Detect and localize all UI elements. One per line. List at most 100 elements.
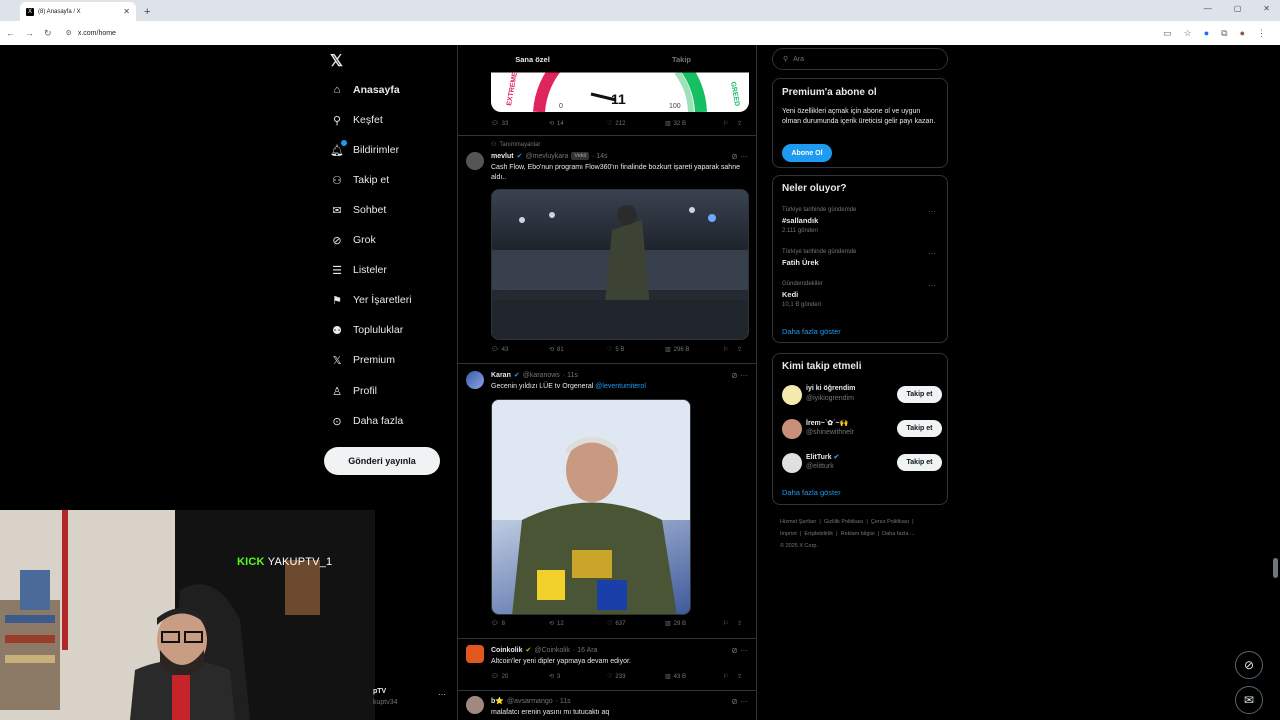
more-options-icon[interactable]: ⊘ ··· xyxy=(731,371,748,380)
tweet[interactable]: Coinkolik ✔ @Coinkolik · 16 Ara ⊘ ··· Al… xyxy=(458,639,756,689)
follow-button[interactable]: Takip et xyxy=(897,420,942,437)
bookmark-icon[interactable]: ⚐ xyxy=(723,120,737,127)
more-icon[interactable]: ··· xyxy=(928,249,936,258)
views-button[interactable]: ▥ 32 B xyxy=(665,120,723,128)
bookmark-icon[interactable]: ⚐ xyxy=(723,346,737,353)
show-more-link[interactable]: Daha fazla göster xyxy=(782,488,841,497)
follow-suggestion[interactable]: ElitTurk ✔ @elitturk Takip et xyxy=(782,451,942,475)
like-button[interactable]: ♡ 637 xyxy=(607,620,665,628)
reply-button[interactable]: 💬︎ 8 xyxy=(491,620,549,628)
star-icon[interactable]: ☆ xyxy=(1184,28,1192,39)
nav-profile[interactable]: ♙ Profil xyxy=(330,384,377,398)
views-button[interactable]: ▥ 29 B xyxy=(665,620,723,628)
nav-lists[interactable]: ☰ Listeler xyxy=(330,263,387,277)
tweet-time[interactable]: · 14s xyxy=(592,153,608,160)
trend-item[interactable]: Gündemdekiler Kedi 10,1 B gönderi ··· xyxy=(782,281,940,308)
nav-more[interactable]: ⊙ Daha fazla xyxy=(330,414,403,428)
repost-button[interactable]: ⟲ 12 xyxy=(549,620,607,628)
more-icon[interactable]: ··· xyxy=(928,207,936,216)
nav-notifications[interactable]: 🔔︎ Bildirimler xyxy=(330,140,399,157)
new-tab-icon[interactable]: + xyxy=(144,6,150,18)
more-options-icon[interactable]: ⊘ ··· xyxy=(731,646,748,655)
messages-icon[interactable]: ✉ xyxy=(1235,686,1263,714)
author-name[interactable]: mevlut xyxy=(491,153,514,160)
avatar[interactable] xyxy=(466,645,484,663)
like-button[interactable]: ♡ 212 xyxy=(607,120,665,128)
reload-icon[interactable]: ↻ xyxy=(44,28,52,39)
more-options-icon[interactable]: ⊘ ··· xyxy=(731,152,748,161)
mention-link[interactable]: @leventumiterol xyxy=(595,383,646,390)
repost-button[interactable]: ⟲ 14 xyxy=(549,120,607,128)
forward-icon[interactable]: → xyxy=(25,28,34,38)
tweet[interactable]: b⭐ @avsarmango · 11s ⊘ ··· malafatcı ere… xyxy=(458,691,756,720)
grok-icon[interactable]: ⊘ xyxy=(1235,651,1263,679)
close-tab-icon[interactable]: ✕ xyxy=(123,7,130,16)
avatar[interactable] xyxy=(782,385,802,405)
author-name[interactable]: Karan xyxy=(491,372,511,379)
site-info-icon[interactable]: ⚙ xyxy=(66,29,72,37)
url-field[interactable]: ⚙ x.com/home xyxy=(66,24,1154,42)
reply-button[interactable]: 💬︎ 43 xyxy=(491,346,549,354)
like-button[interactable]: ♡ 5 B xyxy=(607,346,665,354)
nav-messages[interactable]: ✉ Sohbet xyxy=(330,203,386,217)
author-name[interactable]: b⭐ xyxy=(491,697,504,705)
tweet-image[interactable] xyxy=(491,399,691,615)
account-more-icon[interactable]: ··· xyxy=(438,690,446,699)
menu-dots-icon[interactable]: ⋮ xyxy=(1257,28,1266,39)
more-icon[interactable]: ··· xyxy=(928,281,936,290)
nav-follow[interactable]: ⚇ Takip et xyxy=(330,173,389,187)
author-handle[interactable]: @Coinkolik xyxy=(534,647,570,654)
tweet-video[interactable] xyxy=(491,189,749,340)
tweet[interactable]: ⚇ Tanımmayanlar mevlut ✔ @mevluykara Vek… xyxy=(458,136,756,363)
follow-button[interactable]: Takip et xyxy=(897,386,942,403)
more-options-icon[interactable]: ⊘ ··· xyxy=(731,697,748,706)
trend-item[interactable]: Türkiye tarihinde gündemde Fatih Ürek ··… xyxy=(782,249,940,267)
views-button[interactable]: ▥ 43 B xyxy=(665,673,723,681)
avatar[interactable] xyxy=(466,696,484,714)
footer-link[interactable]: Gizlilik Politikası xyxy=(824,519,863,525)
back-icon[interactable]: ← xyxy=(6,28,15,38)
search-input[interactable]: ⚲ Ara xyxy=(772,48,948,70)
nav-grok[interactable]: ⊘ Grok xyxy=(330,233,375,247)
author-name[interactable]: Coinkolik xyxy=(491,647,523,654)
avatar[interactable] xyxy=(466,371,484,389)
reply-button[interactable]: 💬︎ 20 xyxy=(491,673,549,681)
avatar[interactable] xyxy=(782,453,802,473)
footer-link[interactable]: Erişilebilirlik xyxy=(804,531,833,537)
author-handle[interactable]: @mevluykara xyxy=(525,153,568,160)
minimize-icon[interactable]: — xyxy=(1204,4,1212,13)
close-window-icon[interactable]: ✕ xyxy=(1263,4,1270,13)
maximize-icon[interactable]: ▢ xyxy=(1234,4,1242,13)
footer-link[interactable]: Imprint xyxy=(780,531,797,537)
bookmark-icon[interactable]: ⚐ xyxy=(723,620,737,627)
follow-suggestion[interactable]: İrem~ˋ✿ˊ~🙌 @shinewithnelr Takip et xyxy=(782,417,942,441)
follow-button[interactable]: Takip et xyxy=(897,454,942,471)
share-icon[interactable]: ⇪ xyxy=(737,120,742,127)
nav-bookmarks[interactable]: ⚑ Yer İşaretleri xyxy=(330,293,412,307)
scrollbar-thumb[interactable] xyxy=(1273,558,1278,578)
footer-link[interactable]: Daha fazla ... xyxy=(882,531,914,537)
bookmark-icon[interactable]: ⚐ xyxy=(723,673,737,680)
share-icon[interactable]: ⇪ xyxy=(737,673,742,680)
nav-communities[interactable]: ⚉ Topluluklar xyxy=(330,323,403,337)
repost-button[interactable]: ⟲ 3 xyxy=(549,673,607,681)
follow-suggestion[interactable]: iyi ki öğrendim @iyikiogrendim Takip et xyxy=(782,383,942,407)
install-icon[interactable]: ▭ xyxy=(1163,28,1172,39)
reply-button[interactable]: 💬︎ 33 xyxy=(491,120,549,128)
share-icon[interactable]: ⇪ xyxy=(737,346,742,353)
account-switcher[interactable]: pTV kuptv34 xyxy=(373,686,398,708)
author-handle[interactable]: @avsarmango xyxy=(507,698,553,705)
tweet-time[interactable]: · 16 Ara xyxy=(573,647,598,654)
nav-explore[interactable]: ⚲ Keşfet xyxy=(330,113,383,127)
tweet-time[interactable]: · 11s xyxy=(556,698,571,705)
footer-link[interactable]: Çerez Politikası xyxy=(871,519,909,525)
show-more-link[interactable]: Daha fazla göster xyxy=(782,327,841,336)
avatar[interactable] xyxy=(782,419,802,439)
fear-greed-gauge-image[interactable]: EXTREME GREED 0 11 100 xyxy=(491,72,749,112)
extension-blue-icon[interactable]: ● xyxy=(1204,28,1209,39)
like-button[interactable]: ♡ 233 xyxy=(607,673,665,681)
tab-following[interactable]: Takip xyxy=(607,45,756,73)
profile-avatar-icon[interactable]: ● xyxy=(1240,28,1245,39)
footer-link[interactable]: Hizmet Şartları xyxy=(780,519,816,525)
browser-tab[interactable]: X (8) Anasayfa / X ✕ xyxy=(20,2,136,21)
